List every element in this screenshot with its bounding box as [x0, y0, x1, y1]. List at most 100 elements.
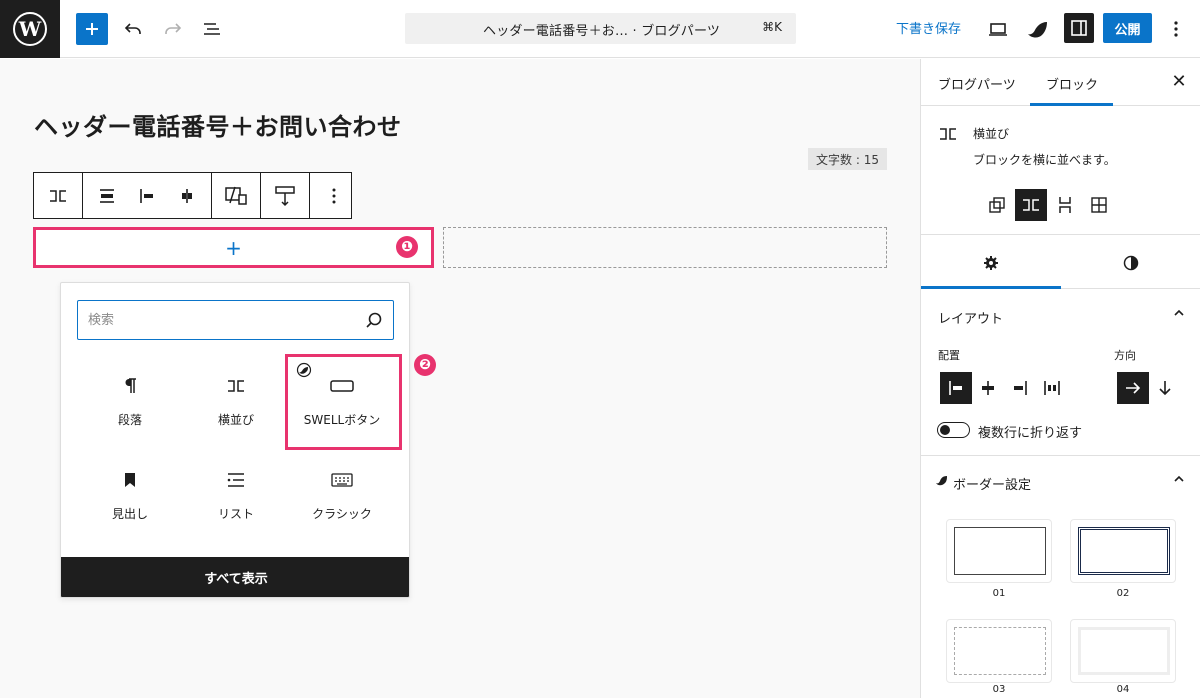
layout-section-header[interactable]: レイアウト [921, 290, 1200, 340]
empty-row-slot[interactable] [443, 227, 887, 268]
grid-variation-icon[interactable] [1083, 189, 1115, 221]
block-variations [981, 189, 1115, 221]
chevron-up-icon [1174, 475, 1184, 482]
block-item-heading[interactable]: 見出し [77, 449, 183, 539]
settings-tab[interactable] [921, 236, 1061, 289]
command-shortcut: ⌘K [762, 20, 782, 34]
arrow-right-icon[interactable] [1117, 372, 1149, 404]
step-badge-1: ❶ [396, 236, 418, 258]
justify-left-icon[interactable] [131, 173, 163, 218]
wordpress-logo-icon[interactable]: W [0, 0, 60, 58]
block-item-paragraph[interactable]: 段落 [77, 355, 183, 445]
editor-header: W ヘッダー電話番号＋お… · ブログパーツ ⌘K 下書き保存 公開 [0, 0, 1200, 58]
bookmark-icon [124, 469, 136, 491]
justify-left-icon[interactable] [940, 372, 972, 404]
block-options-icon[interactable] [310, 173, 358, 218]
show-all-button[interactable]: すべて表示 [61, 557, 409, 597]
close-icon[interactable]: ✕ [1169, 71, 1189, 92]
document-bar[interactable]: ヘッダー電話番号＋お… · ブログパーツ ⌘K [405, 13, 796, 44]
block-item-label: 段落 [117, 413, 142, 427]
border-section-title: ボーダー設定 [953, 478, 1032, 493]
swell-logo-icon [936, 476, 947, 486]
row-icon [227, 375, 245, 397]
border-caption: 01 [992, 588, 1006, 599]
row-variation-icon[interactable] [1015, 189, 1047, 221]
redo-icon[interactable] [160, 13, 186, 45]
post-title[interactable]: ヘッダー電話番号＋お問い合わせ [34, 107, 402, 142]
block-item-label: 横並び [217, 413, 254, 427]
contrast-icon [1123, 255, 1139, 270]
justify-center-icon[interactable] [972, 372, 1004, 404]
block-item-row[interactable]: 横並び [183, 355, 289, 445]
publish-button[interactable]: 公開 [1103, 13, 1152, 43]
settings-panel-icon[interactable] [1064, 13, 1094, 43]
border-option-02[interactable] [1070, 519, 1176, 583]
border-caption: 04 [1116, 684, 1130, 695]
tab-block[interactable]: ブロック [1046, 74, 1098, 93]
document-overview-icon[interactable] [198, 13, 226, 45]
active-tab-indicator [921, 286, 1061, 289]
more-options-icon[interactable] [1162, 13, 1190, 45]
block-toolbar [33, 172, 352, 219]
border-option-04[interactable] [1070, 619, 1176, 683]
wrap-label: 複数行に折り返す [978, 426, 1083, 441]
paragraph-icon [123, 375, 137, 397]
justify-right-icon[interactable] [1004, 372, 1036, 404]
active-tab-indicator [1030, 103, 1113, 106]
stack-variation-icon[interactable] [1049, 189, 1081, 221]
char-count-badge: 文字数 : 15 [808, 148, 887, 170]
block-card: 横並び ブロックを横に並べます。 [921, 107, 1200, 235]
height-settings-icon[interactable] [261, 173, 309, 218]
swell-badge-icon [296, 362, 312, 378]
justify-space-between-icon[interactable] [1036, 372, 1068, 404]
block-item-list[interactable]: リスト [183, 449, 289, 539]
tab-blog-parts[interactable]: ブログパーツ [938, 74, 1016, 93]
add-block-button[interactable] [76, 13, 108, 45]
swell-logo-icon[interactable] [1024, 13, 1052, 45]
block-name: 横並び [973, 127, 1010, 141]
justify-label: 配置 [938, 349, 960, 362]
border-option-01[interactable] [946, 519, 1052, 583]
block-appender-button[interactable]: + [33, 227, 434, 268]
border-option-03[interactable] [946, 619, 1052, 683]
keyboard-icon [331, 469, 353, 491]
search-icon [366, 312, 382, 328]
toggle-knob [940, 425, 950, 435]
row-block-icon[interactable] [34, 173, 82, 218]
list-icon [227, 469, 245, 491]
justify-center-icon[interactable] [163, 173, 211, 218]
border-section-header[interactable]: ボーダー設定 [921, 455, 1200, 505]
gear-icon [984, 255, 998, 270]
direction-controls [1117, 372, 1181, 404]
direction-label: 方向 [1114, 349, 1136, 362]
settings-sidebar: ブログパーツ ブロック ✕ 横並び ブロックを横に並べます。 レイアウト 配置 … [920, 59, 1200, 698]
align-top-icon[interactable] [83, 173, 131, 218]
svg-text:W: W [18, 17, 42, 41]
wrap-toggle[interactable] [937, 422, 970, 438]
sidebar-tabs: ブログパーツ ブロック ✕ [921, 59, 1200, 106]
search-input[interactable] [88, 309, 348, 331]
save-draft-button[interactable]: 下書き保存 [896, 18, 961, 37]
settings-style-tabs [921, 236, 1200, 289]
block-item-classic[interactable]: クラシック [289, 449, 395, 539]
preview-icon[interactable] [984, 13, 1012, 45]
undo-icon[interactable] [120, 13, 146, 45]
justification-controls [940, 372, 1068, 404]
row-icon [939, 125, 957, 144]
step-badge-2: ❷ [414, 354, 436, 376]
document-title: ヘッダー電話番号＋お… · ブログパーツ [483, 24, 721, 39]
chevron-up-icon [1174, 309, 1184, 316]
plus-icon: + [225, 235, 242, 260]
arrow-down-icon[interactable] [1149, 372, 1181, 404]
search-box[interactable] [77, 300, 394, 340]
block-item-label: 見出し [111, 507, 148, 521]
block-item-label: リスト [217, 507, 254, 521]
border-caption: 02 [1116, 588, 1130, 599]
group-variation-icon[interactable] [981, 189, 1013, 221]
block-description: ブロックを横に並べます。 [973, 153, 1116, 167]
border-caption: 03 [992, 684, 1006, 695]
block-item-label: クラシック [312, 507, 372, 521]
styles-tab[interactable] [1061, 236, 1200, 289]
layout-section-title: レイアウト [938, 312, 1004, 327]
mobile-reverse-icon[interactable] [212, 173, 260, 218]
